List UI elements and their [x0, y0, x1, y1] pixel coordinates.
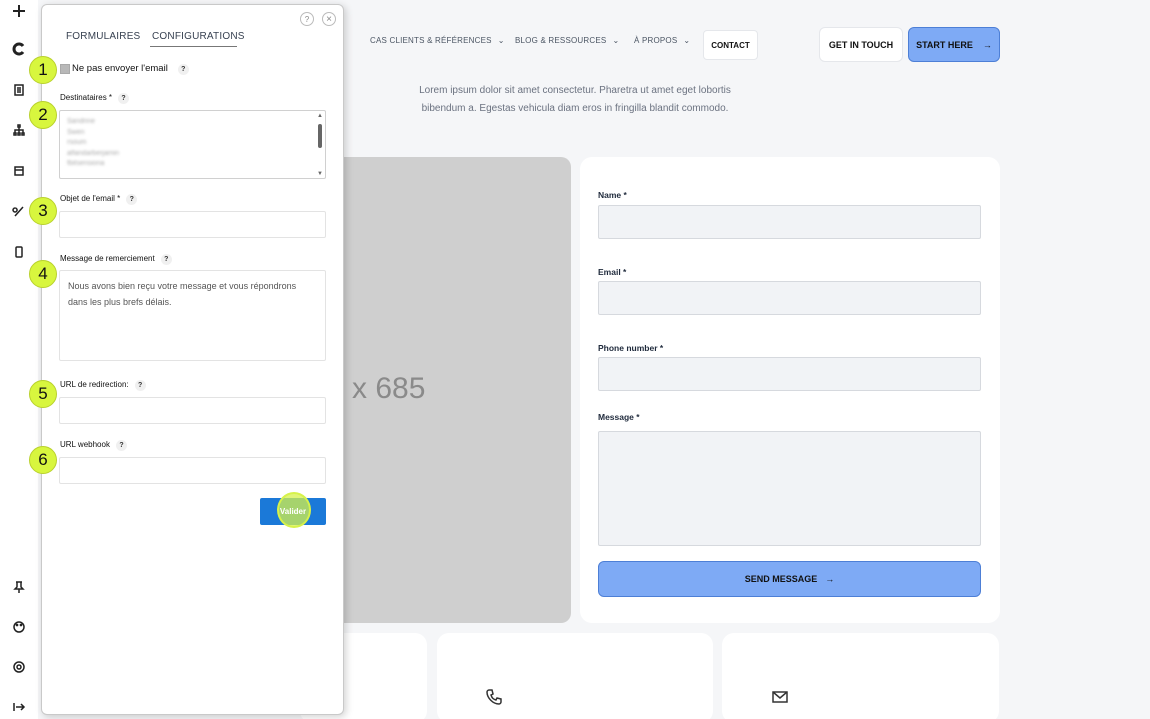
- email-field[interactable]: [598, 281, 981, 315]
- intro-line-1: Lorem ipsum dolor sit amet consectetur. …: [419, 85, 731, 96]
- thanks-message-field[interactable]: Nous avons bien reçu votre message et vo…: [59, 270, 326, 361]
- send-message-label: SEND MESSAGE: [744, 574, 818, 584]
- scroll-up-icon[interactable]: ▲: [316, 113, 324, 119]
- palette-icon[interactable]: [8, 616, 30, 638]
- redirect-label-text: URL de redirection:: [60, 380, 129, 389]
- phone-label: Phone number *: [598, 343, 664, 353]
- recipients-label: Destinataires *?: [60, 93, 130, 104]
- subject-label: Objet de l'email *?: [60, 194, 138, 205]
- start-here-button[interactable]: START HERE →: [908, 27, 1000, 62]
- image-placeholder-text: x 685: [352, 372, 426, 405]
- list-item[interactable]: Sandrine: [60, 117, 325, 128]
- recipients-select[interactable]: Sandrine Swen rsoum alfandarberjamin fbi…: [59, 110, 326, 179]
- no-email-label-text: Ne pas envoyer l'email: [72, 63, 168, 74]
- chevron-down-icon: ⌄: [497, 36, 505, 45]
- phone-icon: [485, 688, 503, 706]
- nav-cas-clients[interactable]: CAS CLIENTS & RÉFÉRENCES ⌄: [370, 36, 505, 45]
- list-item[interactable]: rsoum: [60, 138, 325, 149]
- webhook-label: URL webhook?: [60, 440, 127, 451]
- thanks-label: Message de remerciement?: [60, 254, 172, 265]
- plus-icon[interactable]: [8, 0, 30, 22]
- redirect-url-field[interactable]: [59, 397, 326, 424]
- message-label: Message *: [598, 412, 640, 422]
- help-icon[interactable]: ?: [134, 380, 146, 391]
- layout-icon[interactable]: [8, 160, 30, 182]
- valider-label: Valider: [279, 507, 307, 516]
- mobile-icon[interactable]: [8, 241, 30, 263]
- webhook-url-field[interactable]: [59, 457, 326, 484]
- send-message-button[interactable]: SEND MESSAGE →: [598, 561, 981, 597]
- nav-blog[interactable]: BLOG & RESSOURCES ⌄: [515, 36, 619, 45]
- help-icon[interactable]: ?: [160, 254, 172, 265]
- get-in-touch-button[interactable]: GET IN TOUCH: [819, 27, 903, 62]
- close-icon[interactable]: ×: [322, 12, 336, 26]
- help-icon[interactable]: ?: [118, 93, 130, 104]
- info-card-phone: [437, 633, 713, 719]
- name-field[interactable]: [598, 205, 981, 239]
- tab-formulaires[interactable]: FORMULAIRES: [66, 31, 140, 42]
- no-email-checkbox[interactable]: [60, 64, 70, 74]
- scroll-down-icon[interactable]: ▼: [316, 171, 324, 177]
- info-card-email: [722, 633, 999, 719]
- step-marker-1: 1: [29, 56, 57, 84]
- mail-icon: [771, 688, 789, 706]
- chevron-down-icon: ⌄: [612, 36, 620, 45]
- pen-tool-icon[interactable]: [8, 200, 30, 222]
- pin-icon[interactable]: [8, 576, 30, 598]
- nav-a-propos[interactable]: À PROPOS ⌄: [634, 36, 690, 45]
- nav-contact-button[interactable]: CONTACT: [703, 30, 758, 60]
- recipients-label-text: Destinataires *: [60, 93, 113, 102]
- arrow-right-icon: →: [982, 39, 992, 50]
- webhook-label-text: URL webhook: [60, 440, 110, 449]
- name-label: Name *: [598, 190, 627, 200]
- step-marker-4: 4: [29, 260, 57, 288]
- list-item[interactable]: fbitsensiona: [60, 159, 325, 170]
- step-marker-5: 5: [29, 380, 57, 408]
- message-field[interactable]: [598, 431, 981, 546]
- subject-label-text: Objet de l'email *: [60, 194, 121, 203]
- email-label: Email *: [598, 267, 627, 277]
- active-tab-indicator: [150, 46, 237, 47]
- exit-icon[interactable]: [8, 696, 30, 718]
- thanks-label-text: Message de remerciement: [60, 254, 155, 263]
- intro-text: Lorem ipsum dolor sit amet consectetur. …: [395, 82, 755, 118]
- list-item[interactable]: Swen: [60, 128, 325, 139]
- c-logo-icon[interactable]: [8, 38, 30, 60]
- tab-configurations[interactable]: CONFIGURATIONS: [152, 31, 245, 42]
- scrollbar[interactable]: ▲ ▼: [316, 113, 324, 177]
- help-icon[interactable]: ?: [177, 64, 189, 75]
- document-icon[interactable]: [8, 79, 30, 101]
- step-marker-3: 3: [29, 197, 57, 225]
- no-email-label: Ne pas envoyer l'email?: [72, 63, 189, 75]
- redirect-label: URL de redirection:?: [60, 380, 146, 391]
- step-marker-6: 6: [29, 446, 57, 474]
- start-here-label: START HERE: [916, 39, 973, 50]
- chevron-down-icon: ⌄: [683, 36, 691, 45]
- intro-line-2: bibendum a. Egestas vehicula diam eros i…: [421, 103, 729, 114]
- subject-field[interactable]: [59, 211, 326, 238]
- settings-icon[interactable]: [8, 656, 30, 678]
- help-icon[interactable]: ?: [126, 194, 138, 205]
- phone-field[interactable]: [598, 357, 981, 391]
- list-item[interactable]: alfandarberjamin: [60, 149, 325, 160]
- help-icon[interactable]: ?: [300, 12, 314, 26]
- scrollbar-thumb[interactable]: [318, 124, 322, 148]
- arrow-right-icon: →: [825, 574, 835, 584]
- help-icon[interactable]: ?: [115, 440, 127, 451]
- sitemap-icon[interactable]: [8, 119, 30, 141]
- step-marker-2: 2: [29, 101, 57, 129]
